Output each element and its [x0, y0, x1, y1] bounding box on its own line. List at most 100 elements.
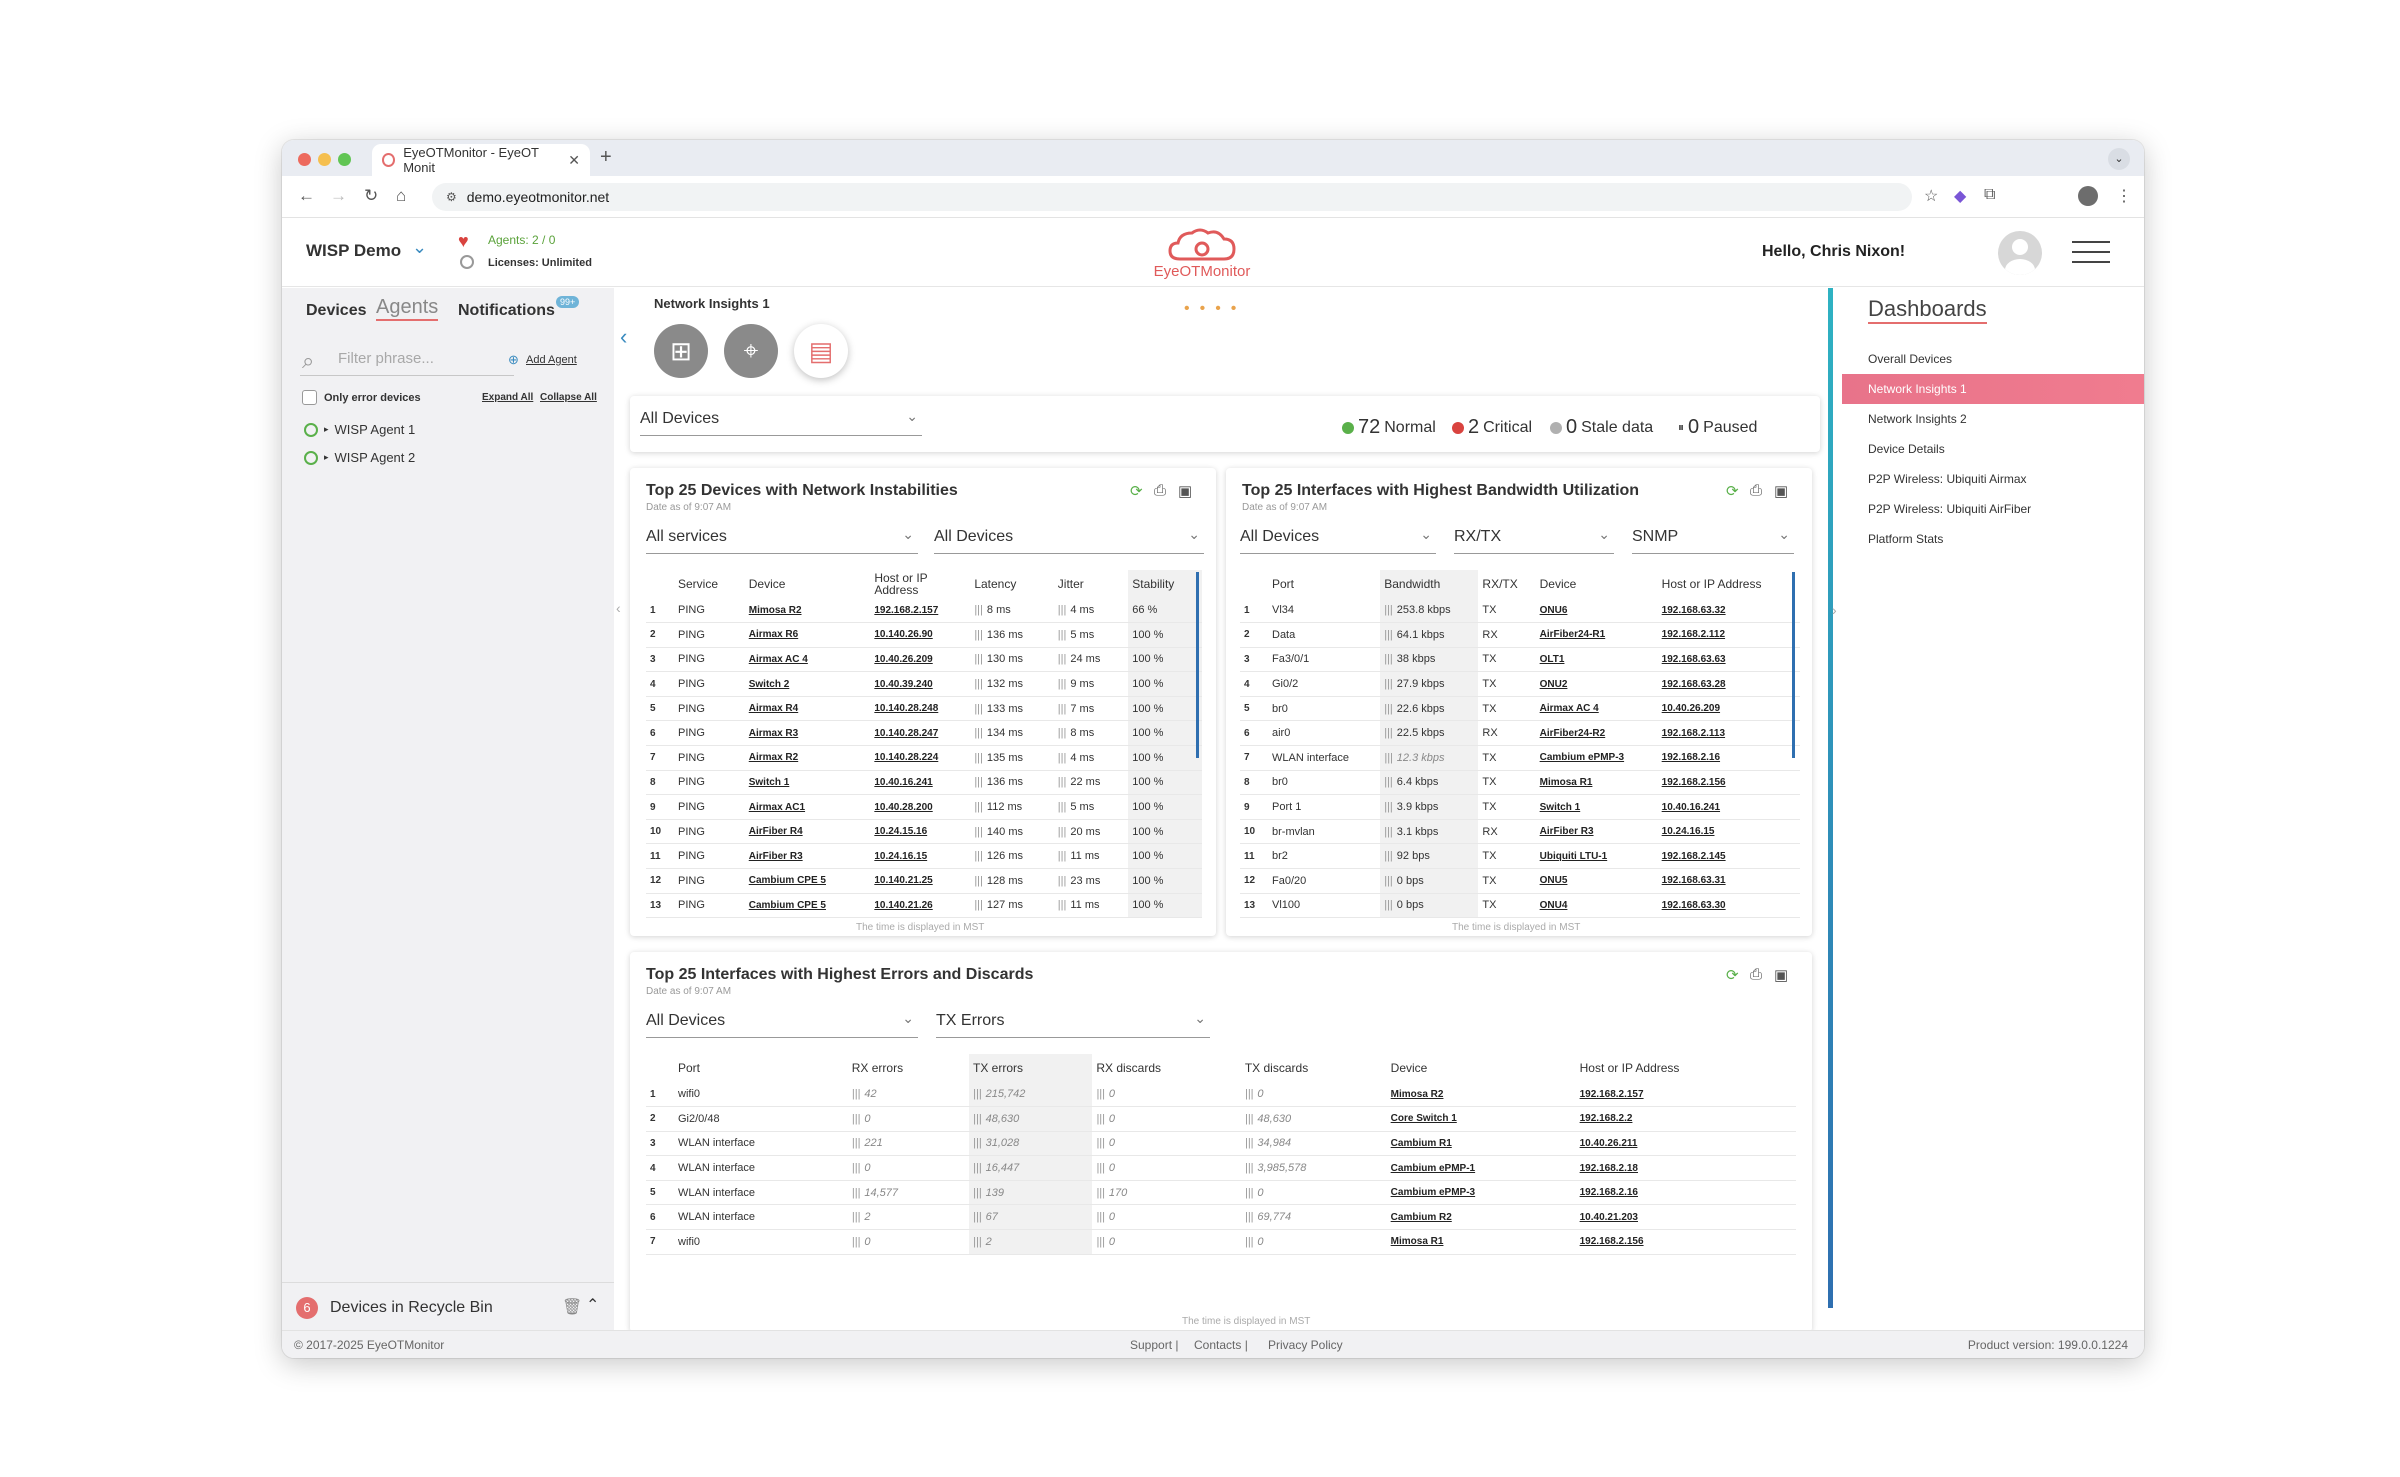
- table-row[interactable]: 1 PING Mimosa R2 192.168.2.157 ||| 8 ms ||| 4 m…: [646, 598, 1202, 624]
- host-link[interactable]: 192.168.2.157: [870, 598, 971, 624]
- table-row[interactable]: 6 PING Airmax R3 10.140.28.247 ||| 134 ms ||| 8…: [646, 720, 1202, 747]
- bar-chart-icon[interactable]: |||: [973, 1187, 982, 1199]
- bandwidth-cell[interactable]: ||| 38 kbps: [1380, 647, 1479, 673]
- host-link[interactable]: 192.168.63.31: [1657, 868, 1800, 894]
- device-link[interactable]: Ubiquiti LTU-1: [1535, 843, 1658, 870]
- col-stability[interactable]: Stability: [1128, 570, 1202, 598]
- host-link[interactable]: 192.168.2.156: [1657, 770, 1800, 796]
- bandwidth-cell[interactable]: ||| 22.6 kbps: [1380, 696, 1479, 722]
- host-link[interactable]: 10.140.26.90: [870, 622, 971, 648]
- device-link[interactable]: AirFiber R4: [744, 819, 871, 845]
- table-row[interactable]: 2 Data ||| 64.1 kbps RX AirFiber24-R1 192.168.…: [1240, 622, 1800, 648]
- device-link[interactable]: AirFiber R3: [744, 843, 871, 870]
- bar-chart-icon[interactable]: |||: [1384, 875, 1393, 887]
- hamburger-menu-icon[interactable]: [2072, 241, 2110, 263]
- reload-icon[interactable]: ↻: [364, 186, 378, 206]
- user-avatar[interactable]: [1998, 231, 2042, 275]
- tx-discards-cell[interactable]: ||| 0: [1240, 1082, 1387, 1108]
- browser-profile-avatar[interactable]: [2078, 186, 2098, 206]
- site-settings-icon[interactable]: ⚙: [446, 190, 457, 204]
- bar-chart-icon[interactable]: |||: [1384, 604, 1393, 616]
- device-link[interactable]: Cambium ePMP-1: [1386, 1155, 1576, 1181]
- tab-agents[interactable]: Agents: [376, 296, 439, 321]
- bar-chart-icon[interactable]: |||: [1058, 604, 1067, 616]
- tx-discards-cell[interactable]: ||| 48,630: [1240, 1106, 1387, 1132]
- host-link[interactable]: 192.168.2.16: [1657, 745, 1800, 771]
- tx-discards-cell[interactable]: ||| 0: [1240, 1229, 1387, 1255]
- url-field[interactable]: ⚙ demo.eyeotmonitor.net: [432, 183, 1912, 211]
- latency-cell[interactable]: ||| 130 ms: [970, 647, 1054, 673]
- bar-chart-icon[interactable]: |||: [1384, 801, 1393, 813]
- table-row[interactable]: 8 PING Switch 1 10.40.16.241 ||| 136 ms ||| 22 …: [646, 770, 1202, 796]
- device-link[interactable]: Airmax R2: [744, 745, 871, 771]
- col-device[interactable]: Device: [1387, 1054, 1576, 1082]
- refresh-icon[interactable]: ⟳: [1726, 966, 1739, 984]
- jitter-cell[interactable]: ||| 22 ms: [1053, 770, 1129, 796]
- rxtx-filter-select[interactable]: RX/TX ⌄: [1454, 526, 1614, 554]
- bar-chart-icon[interactable]: |||: [974, 629, 983, 641]
- device-link[interactable]: Mimosa R2: [1386, 1082, 1576, 1108]
- add-agent-link[interactable]: Add Agent: [526, 354, 577, 366]
- dashboard-item-p2p-airfiber[interactable]: P2P Wireless: Ubiquiti AirFiber: [1842, 494, 2144, 524]
- dashboard-chart-icon[interactable]: ▤: [794, 324, 848, 378]
- eyeotmonitor-logo[interactable]: EyeOTMonitor: [1142, 225, 1262, 283]
- jitter-cell[interactable]: ||| 8 ms: [1053, 720, 1129, 747]
- bar-chart-icon[interactable]: |||: [974, 850, 983, 862]
- bar-chart-icon[interactable]: |||: [1058, 801, 1067, 813]
- browser-menu-icon[interactable]: ⋮: [2116, 186, 2132, 206]
- bar-chart-icon[interactable]: |||: [1384, 752, 1393, 764]
- bar-chart-icon[interactable]: |||: [1245, 1088, 1254, 1100]
- bar-chart-icon[interactable]: |||: [1058, 875, 1067, 887]
- col-rxtx[interactable]: RX/TX: [1478, 570, 1535, 598]
- bar-chart-icon[interactable]: |||: [1058, 899, 1067, 911]
- bandwidth-cell[interactable]: ||| 64.1 kbps: [1380, 622, 1479, 648]
- tab-close-icon[interactable]: ✕: [568, 152, 580, 169]
- jitter-cell[interactable]: ||| 20 ms: [1053, 819, 1129, 845]
- table-row[interactable]: 10 br-mvlan ||| 3.1 kbps RX AirFiber R3 10.24.…: [1240, 819, 1800, 845]
- only-errors-checkbox[interactable]: [302, 390, 317, 405]
- device-link[interactable]: Switch 1: [744, 770, 871, 796]
- bar-chart-icon[interactable]: |||: [1058, 850, 1067, 862]
- latency-cell[interactable]: ||| 8 ms: [970, 598, 1054, 624]
- table-row[interactable]: 6 WLAN interface ||| 2 ||| 67 ||| 0 ||| 69,774 Cam…: [646, 1204, 1796, 1231]
- back-icon[interactable]: ←: [298, 186, 315, 206]
- protocol-filter-select[interactable]: SNMP ⌄: [1632, 526, 1794, 554]
- bar-chart-icon[interactable]: |||: [974, 875, 983, 887]
- bar-chart-icon[interactable]: |||: [1096, 1113, 1105, 1125]
- bar-chart-icon[interactable]: |||: [1058, 727, 1067, 739]
- bar-chart-icon[interactable]: |||: [1058, 752, 1067, 764]
- device-link[interactable]: Mimosa R1: [1386, 1229, 1576, 1255]
- host-link[interactable]: 192.168.63.63: [1657, 647, 1800, 673]
- col-host[interactable]: Host or IP Address: [1576, 1054, 1796, 1082]
- bar-chart-icon[interactable]: |||: [1058, 776, 1067, 788]
- dashboard-item-network-insights-1[interactable]: Network Insights 1: [1842, 374, 2144, 404]
- bar-chart-icon[interactable]: |||: [852, 1137, 861, 1149]
- contacts-link[interactable]: Contacts |: [1194, 1338, 1248, 1352]
- rx-discards-cell[interactable]: ||| 0: [1092, 1229, 1241, 1255]
- print-icon[interactable]: ⎙: [1750, 966, 1762, 983]
- host-link[interactable]: 10.40.21.203: [1575, 1204, 1796, 1231]
- rx-discards-cell[interactable]: ||| 0: [1092, 1155, 1241, 1181]
- bar-chart-icon[interactable]: |||: [1384, 850, 1393, 862]
- latency-cell[interactable]: ||| 132 ms: [970, 671, 1054, 697]
- host-link[interactable]: 10.140.28.248: [870, 696, 971, 722]
- bar-chart-icon[interactable]: |||: [973, 1162, 982, 1174]
- bar-chart-icon[interactable]: |||: [1384, 727, 1393, 739]
- bar-chart-icon[interactable]: |||: [973, 1088, 982, 1100]
- error-type-select[interactable]: TX Errors ⌄: [936, 1010, 1210, 1038]
- host-link[interactable]: 192.168.63.30: [1657, 893, 1800, 919]
- jitter-cell[interactable]: ||| 23 ms: [1053, 868, 1129, 894]
- carousel-dots[interactable]: ••••: [1184, 300, 1246, 318]
- jitter-cell[interactable]: ||| 5 ms: [1053, 794, 1129, 820]
- privacy-policy-link[interactable]: Privacy Policy: [1268, 1338, 1343, 1352]
- latency-cell[interactable]: ||| 133 ms: [970, 696, 1054, 722]
- browser-tab[interactable]: EyeOTMonitor - EyeOT Monit ✕: [372, 144, 590, 176]
- bar-chart-icon[interactable]: |||: [1096, 1187, 1105, 1199]
- refresh-icon[interactable]: ⟳: [1130, 482, 1143, 500]
- dashboard-item-platform-stats[interactable]: Platform Stats: [1842, 524, 2144, 554]
- host-link[interactable]: 10.40.39.240: [870, 671, 971, 697]
- device-link[interactable]: ONU6: [1535, 598, 1658, 624]
- col-tx-discards[interactable]: TX discards: [1241, 1054, 1387, 1082]
- table-row[interactable]: 3 PING Airmax AC 4 10.40.26.209 ||| 130 ms |||…: [646, 647, 1202, 673]
- extensions-puzzle-icon[interactable]: ⧉: [1984, 186, 1995, 204]
